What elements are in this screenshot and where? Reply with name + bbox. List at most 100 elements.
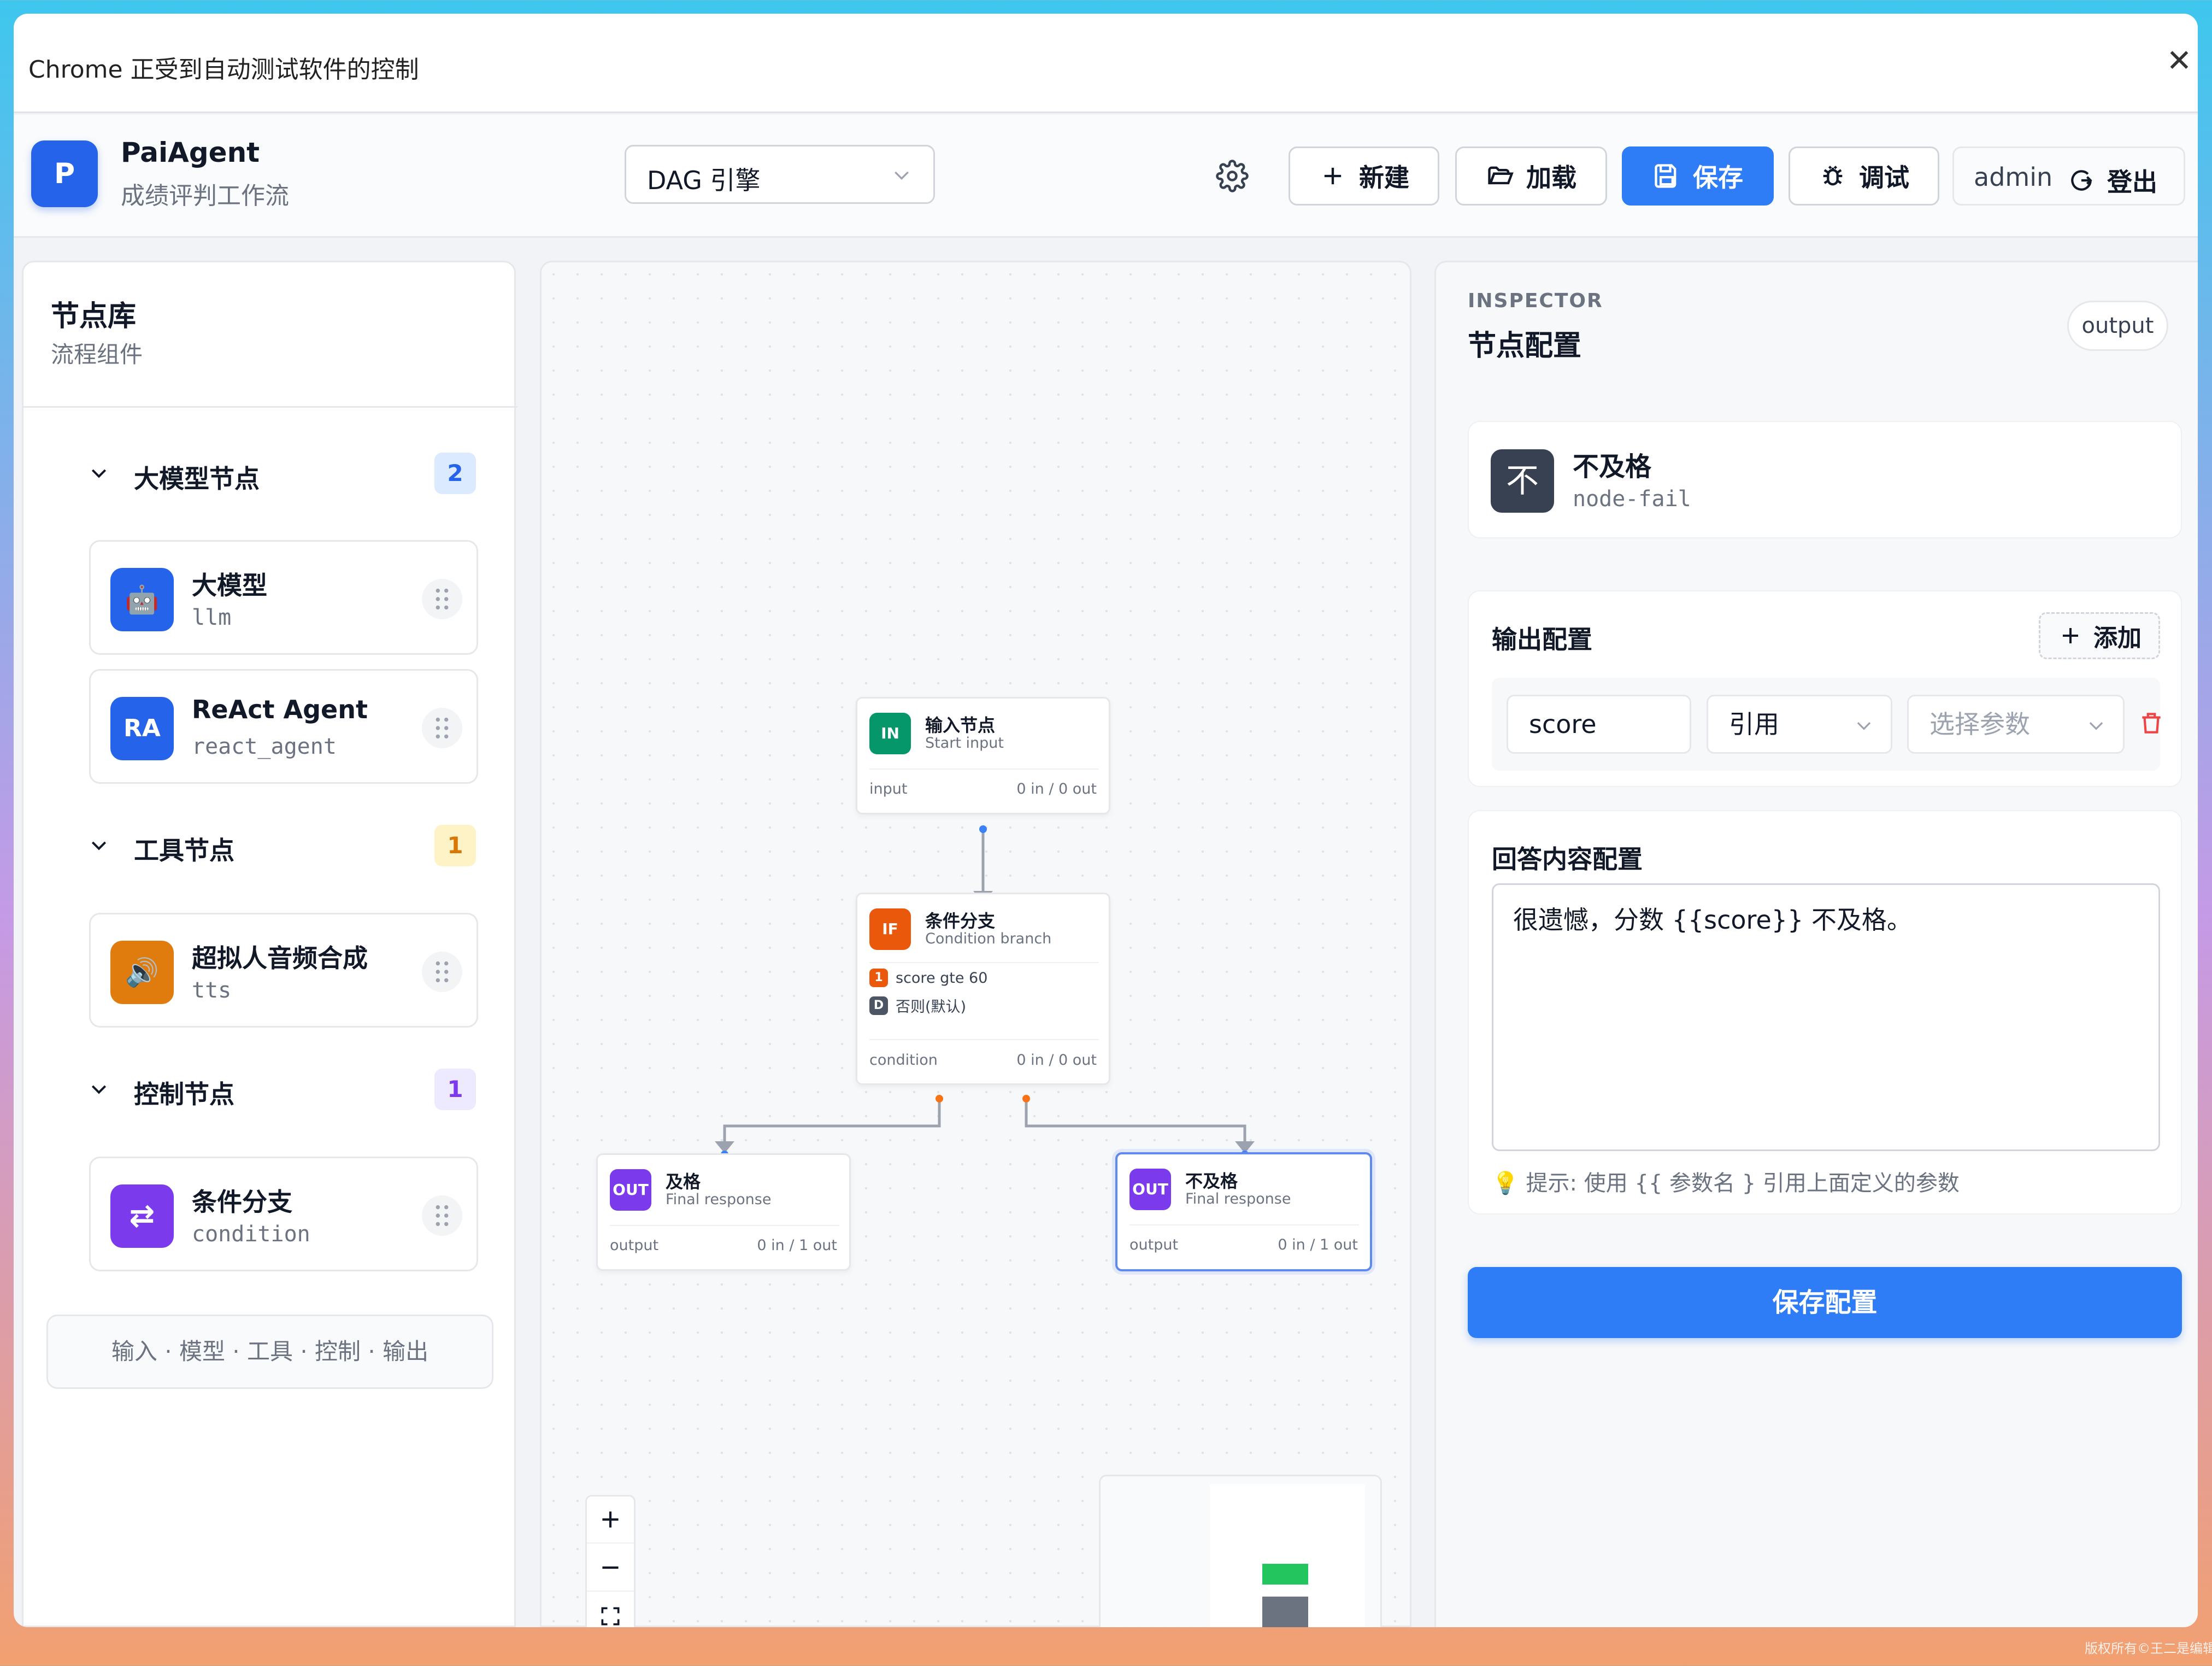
node-library-panel: 节点库 流程组件 大模型节点 2 🤖 大模型 llm RA ReAct Agen…	[22, 261, 517, 1627]
node-type-icon: OUT	[610, 1169, 651, 1211]
save-button[interactable]: 保存	[1622, 146, 1774, 206]
gear-icon[interactable]	[1216, 160, 1249, 192]
answer-config-section: 回答内容配置 很遗憾，分数 {{score}} 不及格。 💡 提示: 使用 {{…	[1468, 810, 2182, 1215]
node-subtitle: Condition branch	[925, 930, 1052, 947]
answer-config-title: 回答内容配置	[1492, 844, 1643, 874]
node-type-label: output	[1129, 1236, 1179, 1253]
node-io-count: 0 in / 1 out	[1278, 1236, 1358, 1253]
trash-icon[interactable]	[2138, 709, 2165, 737]
node-type-tag: output	[2067, 301, 2168, 351]
fit-view-button[interactable]	[587, 1593, 634, 1627]
param-row: score 引用 选择参数	[1492, 678, 2161, 771]
node-title: 及格	[666, 1171, 701, 1192]
answer-content-textarea[interactable]: 很遗憾，分数 {{score}} 不及格。	[1492, 883, 2160, 1151]
node-divider	[869, 962, 1099, 963]
port-dot	[979, 825, 987, 833]
logout-label: 登出	[2107, 167, 2157, 197]
node-subtitle: Final response	[666, 1191, 772, 1208]
flow-node-pass[interactable]: OUT 及格 Final response output 0 in / 1 ou…	[596, 1153, 851, 1271]
chevron-down-icon[interactable]	[88, 462, 110, 484]
app-header: P PaiAgent 成绩评判工作流 DAG 引擎 新建 加载 保存 调试 ad…	[14, 115, 2198, 238]
plus-icon	[1324, 167, 1342, 185]
node-categories-footer: 输入 · 模型 · 工具 · 控制 · 输出	[46, 1315, 493, 1389]
engine-select[interactable]: DAG 引擎	[625, 145, 935, 204]
speaker-icon: 🔊	[110, 941, 174, 1004]
chevron-down-icon[interactable]	[88, 834, 110, 856]
app-logo: P	[31, 140, 98, 207]
node-io-count: 0 in / 0 out	[1016, 781, 1097, 797]
browser-window: Chrome 正受到自动测试软件的控制 ✕ P PaiAgent 成绩评判工作流…	[14, 14, 2198, 1627]
node-divider	[610, 1225, 839, 1226]
node-type-label: condition	[869, 1052, 938, 1069]
drag-handle-icon[interactable]	[422, 708, 462, 748]
node-subtitle: Start input	[925, 735, 1004, 752]
condition-text: score gte 60	[896, 969, 988, 987]
minus-icon	[602, 1566, 619, 1569]
node-io-count: 0 in / 0 out	[1016, 1052, 1097, 1069]
node-title: 条件分支	[925, 911, 996, 931]
shuffle-icon: ⇄	[110, 1184, 174, 1248]
node-badge: 不	[1491, 449, 1554, 513]
group-count-badge: 1	[434, 825, 476, 866]
save-icon	[1655, 164, 1676, 188]
node-card-name: 条件分支	[192, 1187, 292, 1217]
node-type-icon: IN	[869, 713, 911, 754]
node-divider	[869, 769, 1099, 770]
edge-condition-to-fail	[1025, 1099, 1246, 1141]
flow-node-fail[interactable]: OUT 不及格 Final response output 0 in / 1 o…	[1115, 1152, 1372, 1271]
param-name-input[interactable]: score	[1507, 695, 1691, 754]
zoom-in-button[interactable]	[587, 1497, 634, 1544]
add-param-button[interactable]: 添加	[2039, 612, 2160, 659]
chevron-down-icon	[2089, 722, 2103, 730]
node-card-condition[interactable]: ⇄ 条件分支 condition	[89, 1157, 478, 1271]
node-card-name: ReAct Agent	[192, 695, 368, 724]
fullscreen-icon	[601, 1607, 620, 1626]
group-title-llm[interactable]: 大模型节点	[134, 459, 260, 495]
drag-handle-icon[interactable]	[422, 952, 462, 992]
zoom-out-button[interactable]	[587, 1545, 634, 1592]
minimap-node	[1262, 1597, 1308, 1627]
param-source-placeholder: 选择参数	[1929, 709, 2030, 739]
group-title-tools[interactable]: 工具节点	[134, 831, 234, 867]
inspector-title: 节点配置	[1468, 330, 1582, 362]
port-dot	[936, 1095, 943, 1102]
load-button[interactable]: 加载	[1455, 146, 1607, 206]
flow-node-input[interactable]: IN 输入节点 Start input input 0 in / 0 out	[856, 697, 1110, 814]
watermark: 版权所有©王二是编辑	[2085, 1641, 2212, 1656]
user-box: admin 登出	[1952, 146, 2185, 206]
new-button[interactable]: 新建	[1289, 146, 1439, 206]
flow-node-condition[interactable]: IF 条件分支 Condition branch 1 score gte 60 …	[856, 893, 1110, 1085]
node-card-name: 超拟人音频合成	[192, 943, 368, 973]
logout-button[interactable]: 登出	[2068, 162, 2157, 198]
group-title-control[interactable]: 控制节点	[134, 1075, 234, 1111]
node-card-code: condition	[192, 1222, 310, 1247]
node-io-count: 0 in / 1 out	[757, 1237, 837, 1254]
node-card-name: 大模型	[192, 571, 267, 600]
drag-handle-icon[interactable]	[422, 579, 462, 619]
workflow-canvas[interactable]: IN 输入节点 Start input input 0 in / 0 out I…	[540, 261, 1411, 1627]
node-type-label: output	[610, 1237, 659, 1254]
node-divider	[1129, 1224, 1359, 1225]
node-library-title: 节点库	[51, 300, 137, 333]
ref-type-select[interactable]: 引用	[1707, 695, 1892, 754]
node-card-llm[interactable]: 🤖 大模型 llm	[89, 540, 478, 655]
node-title: 不及格	[1185, 1171, 1238, 1192]
save-config-button[interactable]: 保存配置	[1468, 1267, 2182, 1338]
template-hint: 💡 提示: 使用 {{ 参数名 } 引用上面定义的参数	[1492, 1171, 1960, 1196]
minimap[interactable]	[1099, 1475, 1382, 1627]
condition-text: 否则(默认)	[896, 999, 967, 1016]
react-agent-icon: RA	[110, 697, 174, 760]
load-button-label: 加载	[1526, 163, 1576, 192]
automation-banner: Chrome 正受到自动测试软件的控制 ✕	[14, 14, 2198, 113]
node-type-icon: IF	[869, 908, 911, 950]
node-divider	[869, 1039, 1099, 1040]
node-card-tts[interactable]: 🔊 超拟人音频合成 tts	[89, 913, 478, 1028]
debug-button[interactable]: 调试	[1789, 146, 1939, 206]
drag-handle-icon[interactable]	[422, 1195, 462, 1236]
param-source-select[interactable]: 选择参数	[1907, 695, 2125, 754]
chevron-down-icon[interactable]	[88, 1078, 110, 1100]
close-icon[interactable]: ✕	[2160, 42, 2198, 80]
node-card-react-agent[interactable]: RA ReAct Agent react_agent	[89, 669, 478, 784]
condition-row: 1 score gte 60	[869, 969, 987, 987]
chevron-down-icon	[1857, 722, 1871, 730]
